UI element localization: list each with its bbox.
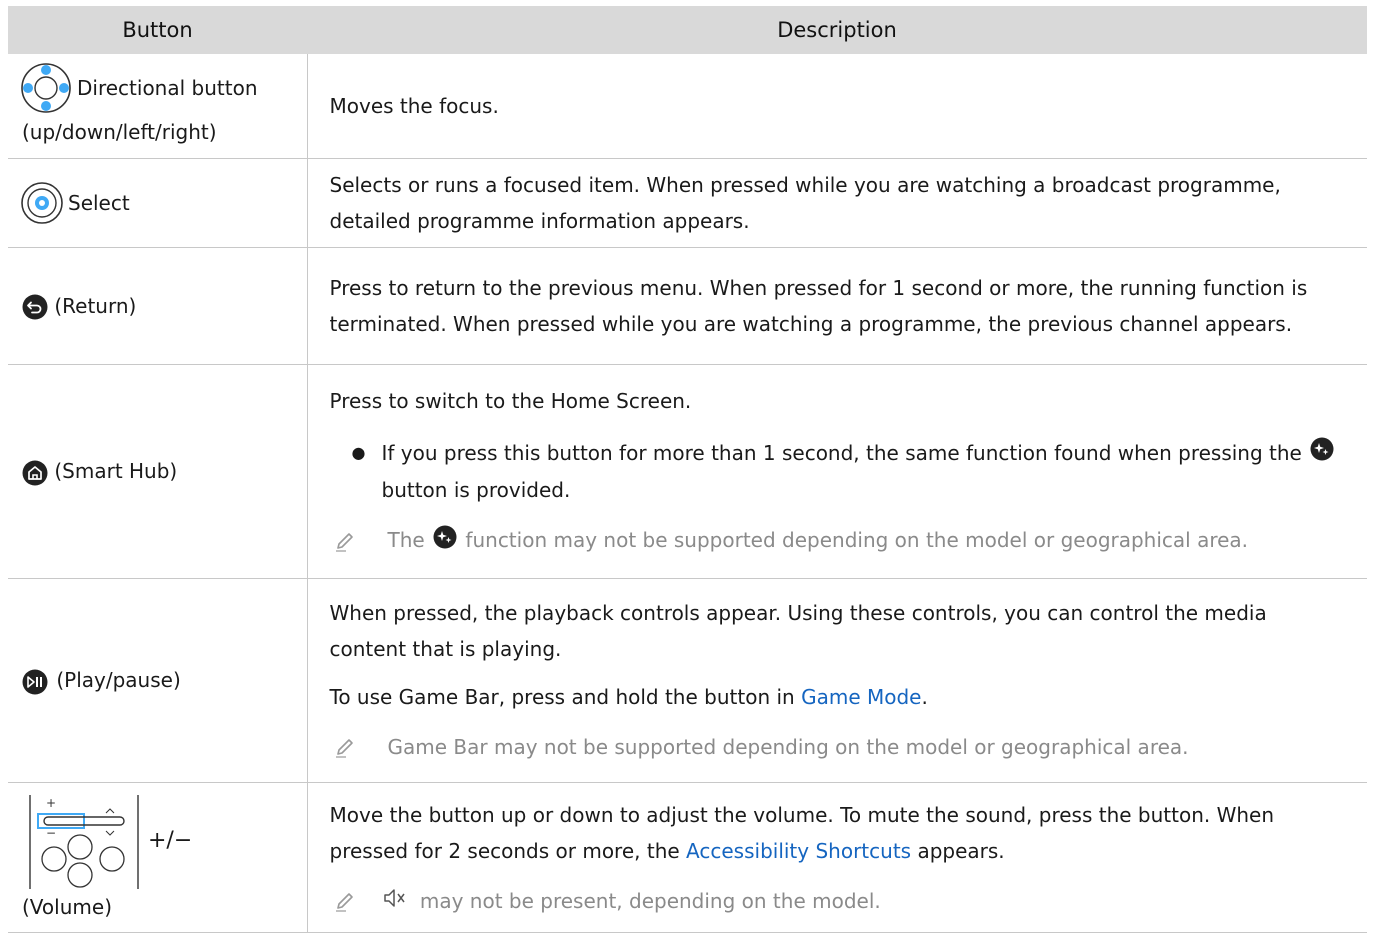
button-cell-directional: Directional button (up/down/left/right) <box>8 54 308 159</box>
volume-text-end: appears. <box>917 838 1005 863</box>
table-row: Select Selects or runs a focused item. W… <box>8 158 1367 248</box>
volume-note-text: may not be present, depending on the mod… <box>419 888 881 913</box>
description-return: Press to return to the previous menu. Wh… <box>329 275 1308 336</box>
button-label-playpause: (Play/pause) <box>56 668 181 692</box>
gamebar-text: To use Game Bar, press and hold the butt… <box>329 685 795 709</box>
pencil-note-icon <box>334 736 356 758</box>
volume-note: may not be present, depending on the mod… <box>330 883 1342 921</box>
button-label-select: Select <box>68 190 130 215</box>
table-row: (Return) Press to return to the previous… <box>8 247 1367 365</box>
ai-function-icon <box>433 524 457 560</box>
gamebar-period: . <box>921 685 928 709</box>
description-cell-return: Press to return to the previous menu. Wh… <box>307 247 1367 365</box>
pencil-note-icon <box>334 890 356 912</box>
accessibility-shortcuts-link[interactable]: Accessibility Shortcuts <box>686 839 911 863</box>
ai-function-icon <box>1310 436 1334 472</box>
button-label-return: (Return) <box>54 293 137 318</box>
remote-buttons-table: Button Description Directional button (u… <box>8 6 1367 933</box>
button-label-smarthub: (Smart Hub) <box>54 459 178 483</box>
return-icon <box>22 294 48 320</box>
table-header-row: Button Description <box>8 6 1367 54</box>
description-cell-directional: Moves the focus. <box>307 54 1367 159</box>
play-pause-icon <box>22 669 50 695</box>
select-icon <box>20 181 64 225</box>
smarthub-bullet-text-end: button is provided. <box>381 478 571 502</box>
playpause-note: Game Bar may not be supported depending … <box>330 729 1342 765</box>
description-playpause: When pressed, the playback controls appe… <box>329 601 1267 661</box>
button-cell-playpause: (Play/pause) <box>8 578 308 783</box>
svg-text:+: + <box>46 796 56 810</box>
header-button: Button <box>8 6 307 54</box>
description-playpause-gamebar: To use Game Bar, press and hold the butt… <box>330 679 1342 715</box>
description-cell-smarthub: Press to switch to the Home Screen. ● If… <box>307 364 1367 579</box>
table-row: (Smart Hub) Press to switch to the Home … <box>8 364 1367 579</box>
button-cell-select: Select <box>8 158 308 248</box>
description-volume: Move the button up or down to adjust the… <box>330 797 1342 869</box>
directional-pad-icon <box>20 62 72 114</box>
volume-rocker-icon: + − <box>22 793 146 889</box>
table-row: (Play/pause) When pressed, the playback … <box>8 578 1367 783</box>
table-row: + − +/− (Volume) Move the button up or d… <box>8 782 1367 933</box>
mute-icon <box>382 884 406 920</box>
smarthub-note-text: The <box>387 528 425 552</box>
volume-plus-minus: +/− <box>148 827 193 853</box>
button-cell-smarthub: (Smart Hub) <box>8 364 308 579</box>
description-select: Selects or runs a focused item. When pre… <box>329 172 1281 233</box>
button-label-directional-sub: (up/down/left/right) <box>22 119 217 144</box>
header-description: Description <box>307 6 1367 54</box>
smarthub-note: The function may not be supported depend… <box>330 522 1342 560</box>
description-directional: Moves the focus. <box>329 93 499 118</box>
smarthub-bullet-text: If you press this button for more than 1… <box>381 440 1302 465</box>
button-label-volume: (Volume) <box>22 894 112 919</box>
table-row: Directional button (up/down/left/right) … <box>8 54 1367 159</box>
description-cell-volume: Move the button up or down to adjust the… <box>307 782 1367 933</box>
playpause-note-text: Game Bar may not be supported depending … <box>387 735 1189 759</box>
pencil-note-icon <box>334 530 356 552</box>
description-cell-playpause: When pressed, the playback controls appe… <box>307 578 1367 783</box>
button-cell-return: (Return) <box>8 247 308 365</box>
smarthub-bullet: ● If you press this button for more than… <box>330 435 1342 509</box>
game-mode-link[interactable]: Game Mode <box>801 685 921 709</box>
description-cell-select: Selects or runs a focused item. When pre… <box>307 158 1367 248</box>
smarthub-note-text-end: function may not be supported depending … <box>465 528 1249 552</box>
button-cell-volume: + − +/− (Volume) <box>8 782 308 933</box>
home-icon <box>22 460 48 486</box>
bullet-dot: ● <box>351 442 366 462</box>
button-label-directional: Directional button <box>77 75 258 100</box>
description-smarthub: Press to switch to the Home Screen. <box>329 388 692 413</box>
